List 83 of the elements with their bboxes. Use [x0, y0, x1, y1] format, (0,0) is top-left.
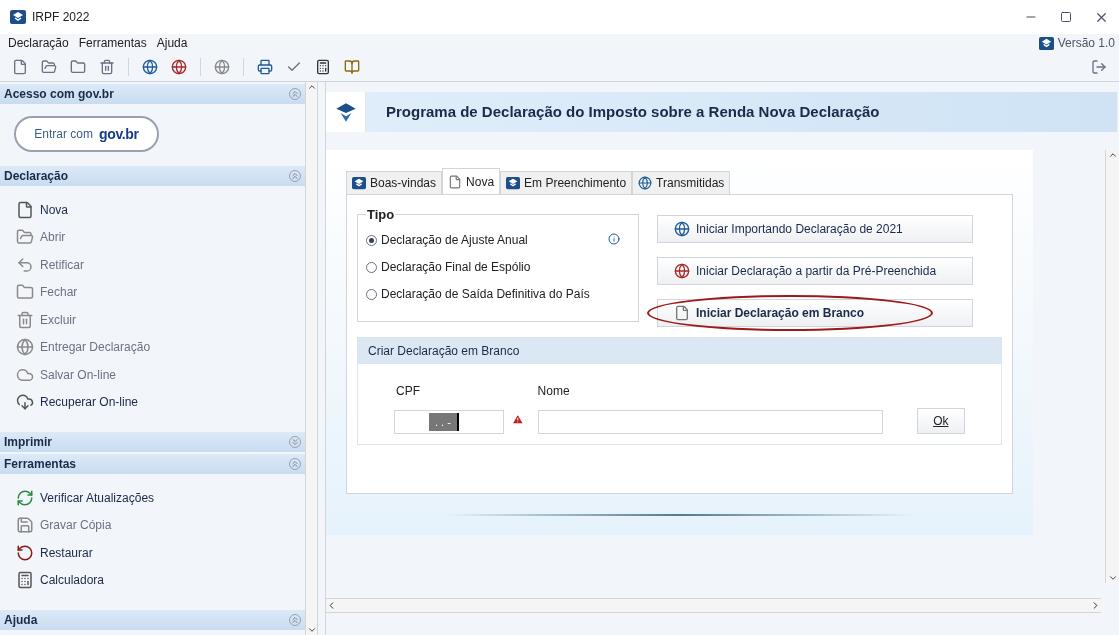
sidebar-item[interactable]: Recuperar On-line [0, 388, 305, 416]
window-title: IRPF 2022 [32, 9, 90, 26]
calculator-icon [16, 571, 34, 590]
section-title: Declaração [4, 168, 69, 185]
exit-icon[interactable] [1091, 58, 1107, 75]
globe-icon[interactable] [142, 58, 158, 75]
group-legend: Tipo [366, 205, 396, 225]
cpf-label: CPF [396, 383, 421, 400]
globe-icon [16, 338, 34, 357]
version-label: Versão 1.0 [1057, 35, 1115, 52]
form-title: Criar Declaração em Branco [368, 343, 520, 360]
info-icon[interactable] [608, 232, 620, 245]
trash-icon[interactable] [99, 58, 115, 75]
scroll-down-icon[interactable] [306, 625, 317, 635]
globe-icon [674, 221, 690, 237]
sidebar-item[interactable]: Verificar Atualizações [0, 484, 305, 512]
cloud-download-icon [16, 393, 34, 412]
login-button[interactable]: Entrar com gov.br [14, 116, 159, 152]
maximize-icon[interactable] [1060, 11, 1072, 23]
logo-icon [10, 9, 26, 25]
globe-icon[interactable] [171, 58, 187, 75]
scroll-down-icon[interactable] [1107, 573, 1118, 583]
sidebar-item[interactable]: Calculadora [0, 566, 305, 594]
book-icon[interactable] [344, 58, 360, 75]
tab[interactable]: Nova [442, 168, 501, 194]
section-header[interactable]: Imprimir [0, 432, 305, 452]
calculator-icon[interactable] [315, 58, 331, 75]
page-title: Programa de Declaração do Imposto sobre a Renda Nova Declaração [386, 101, 880, 122]
document-icon [674, 305, 690, 321]
back-arrow-icon [16, 255, 34, 274]
sidebar-item[interactable]: Restaurar [0, 539, 305, 567]
tab[interactable]: Boas-vindas [346, 171, 443, 194]
nome-field[interactable] [537, 410, 883, 434]
tab[interactable]: Em Preenchimento [500, 171, 633, 194]
section-title: Imprimir [4, 434, 52, 451]
document-icon [448, 174, 463, 189]
printer-icon[interactable] [257, 58, 273, 75]
document-icon [16, 200, 34, 219]
radio-button[interactable] [366, 234, 377, 246]
sidebar-item[interactable]: Nova [0, 196, 305, 224]
floppy-icon [16, 516, 34, 535]
folder-icon [16, 283, 34, 302]
logo-icon [352, 176, 366, 190]
section-title: Ferramentas [4, 456, 77, 473]
radio-option[interactable]: Declaração de Ajuste Anual [366, 226, 630, 254]
sidebar-scrollbar[interactable] [305, 82, 318, 635]
cpf-field[interactable]: . . - [394, 410, 504, 434]
globe-icon [638, 176, 653, 190]
action-button[interactable]: Iniciar Declaração em Branco [657, 299, 973, 327]
document-icon[interactable] [12, 58, 28, 75]
menu-item[interactable]: Declaração [8, 34, 69, 52]
radio-option[interactable]: Declaração Final de Espólio [366, 253, 630, 281]
refresh-icon [16, 488, 34, 507]
globe-icon[interactable] [214, 58, 230, 75]
folder-open-icon[interactable] [41, 58, 57, 75]
globe-icon [674, 263, 690, 279]
folder-icon[interactable] [70, 58, 86, 75]
radio-button[interactable] [366, 288, 377, 300]
radio-option[interactable]: Declaração de Saída Definitiva do País [366, 280, 630, 308]
nome-label: Nome [537, 383, 571, 400]
scroll-up-icon[interactable] [1107, 150, 1118, 160]
tab[interactable]: Transmitidas [632, 171, 731, 194]
menu-item[interactable]: Ajuda [156, 34, 188, 52]
action-button[interactable]: Iniciar Importando Declaração de 2021 [657, 215, 973, 243]
menu-item[interactable]: Ferramentas [78, 34, 147, 52]
section-title: Ajuda [4, 612, 38, 629]
ok-button[interactable]: Ok [916, 408, 965, 434]
trash-icon [16, 310, 34, 329]
section-header[interactable]: Declaração [0, 166, 305, 186]
cpf-mask: . . - [429, 413, 459, 431]
section-header[interactable]: Acesso com gov.br [0, 84, 305, 104]
radio-button[interactable] [366, 261, 377, 273]
section-header[interactable]: Ferramentas [0, 454, 305, 474]
logo-icon [1038, 35, 1054, 51]
action-button[interactable]: Iniciar Declaração a partir da Pré-Preenchida [657, 257, 973, 285]
section-header[interactable]: Ajuda [0, 610, 305, 630]
restore-icon [16, 543, 34, 562]
folder-open-icon [16, 228, 34, 247]
logo-icon [506, 176, 521, 190]
scroll-up-icon[interactable] [306, 82, 317, 92]
vertical-scrollbar[interactable] [1105, 150, 1119, 583]
horizontal-scrollbar[interactable] [326, 598, 1101, 613]
section-title: Acesso com gov.br [4, 86, 114, 103]
